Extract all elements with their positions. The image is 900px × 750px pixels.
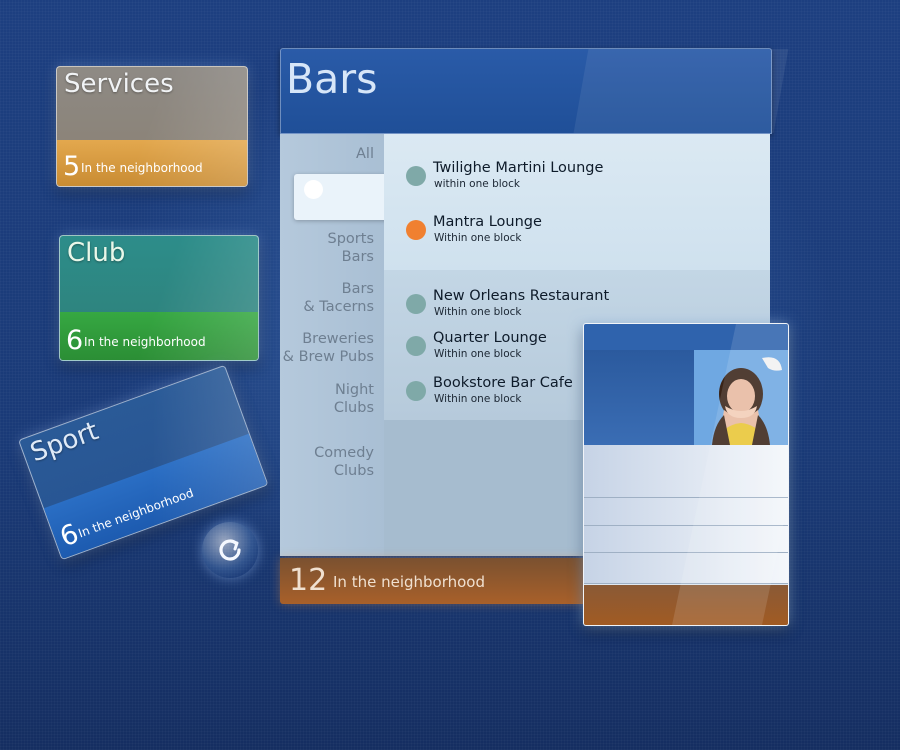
filter-bars-taverns[interactable]: Bars & Tacerns [303, 280, 374, 316]
footer-count-text: In the neighborhood [333, 573, 485, 591]
category-title: Sport [26, 416, 103, 469]
filter-label: Breweries & Brew Pubs [282, 331, 374, 365]
tile-gloss [135, 236, 258, 360]
venue-distance: Within one block [434, 393, 522, 405]
list-section-top [384, 134, 770, 270]
filter-night-clubs[interactable]: Night Clubs [334, 381, 374, 417]
page-title: Bars [286, 55, 378, 103]
category-title: Services [64, 69, 174, 99]
venue-name: Bookstore Bar Cafe [433, 375, 573, 391]
venue-dot-icon [406, 294, 426, 314]
selection-indicator-icon [304, 180, 323, 199]
venue-dot-icon [406, 166, 426, 186]
filter-column: All Sports Bars Bars & Tacerns Breweries… [280, 134, 390, 556]
filter-label: Sports Bars [327, 231, 374, 265]
filter-label: Bars & Tacerns [303, 281, 374, 315]
venue-distance: Within one block [434, 306, 522, 318]
category-count: 6 [66, 325, 84, 356]
venue-name: Twilighe Martini Lounge [433, 160, 604, 176]
refresh-icon[interactable] [202, 522, 258, 578]
venue-name: Quarter Lounge [433, 330, 547, 346]
venue-dot-icon [406, 336, 426, 356]
bars-header: Bars [280, 48, 789, 134]
venue-distance: Within one block [434, 348, 522, 360]
venue-name: New Orleans Restaurant [433, 288, 610, 304]
venue-detail-card[interactable] [583, 323, 789, 626]
filter-selected-slot[interactable] [294, 174, 390, 220]
refresh-arrow-icon [219, 539, 241, 561]
category-count: 6 [56, 518, 83, 554]
venue-distance: within one block [434, 178, 520, 190]
filter-label: Night Clubs [333, 382, 374, 416]
category-count: 5 [63, 151, 81, 182]
tile-gloss [151, 364, 269, 527]
venue-name: Mantra Lounge [433, 214, 542, 230]
header-gloss [573, 49, 789, 133]
venue-distance: Within one block [434, 232, 522, 244]
filter-breweries[interactable]: Breweries & Brew Pubs [283, 330, 374, 366]
category-tile-services[interactable]: Services 5 In the neighborhood [56, 66, 248, 187]
filter-sports-bars[interactable]: Sports Bars [328, 230, 374, 266]
filter-label: Comedy Clubs [314, 445, 374, 479]
category-tile-club[interactable]: Club 6 In the neighborhood [59, 235, 259, 361]
filter-all[interactable]: All [356, 145, 374, 163]
category-title: Club [67, 238, 126, 268]
venue-dot-icon [406, 381, 426, 401]
footer-count: 12 [289, 563, 328, 598]
filter-comedy-clubs[interactable]: Comedy Clubs [314, 444, 374, 480]
venue-dot-icon [406, 220, 426, 240]
